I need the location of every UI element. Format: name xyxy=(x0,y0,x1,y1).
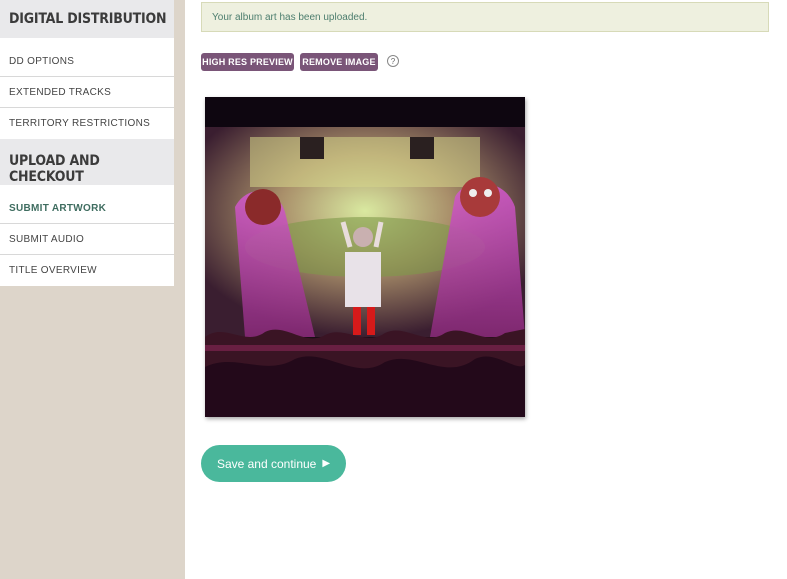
section-gap xyxy=(0,185,174,193)
sidebar-item-submit-artwork[interactable]: SUBMIT ARTWORK xyxy=(0,193,174,224)
section-heading-digital-distribution: DIGITAL DISTRIBUTION xyxy=(0,0,174,38)
sidebar-item-submit-audio[interactable]: SUBMIT AUDIO xyxy=(0,224,174,255)
upload-success-alert: Your album art has been uploaded. xyxy=(201,2,769,32)
sidebar-item-territory-restrictions[interactable]: TERRITORY RESTRICTIONS xyxy=(0,108,174,139)
section-heading-upload-and-checkout: UPLOAD AND CHECKOUT xyxy=(0,139,174,185)
save-and-continue-button[interactable]: Save and continue ▶ xyxy=(201,445,346,482)
play-arrow-icon: ▶ xyxy=(322,458,331,469)
sidebar: DIGITAL DISTRIBUTION DD OPTIONS EXTENDED… xyxy=(0,0,174,286)
remove-image-button[interactable]: REMOVE IMAGE xyxy=(300,53,378,71)
sidebar-item-dd-options[interactable]: DD OPTIONS xyxy=(0,46,174,77)
section-gap xyxy=(0,38,174,46)
alert-text: Your album art has been uploaded. xyxy=(212,11,368,23)
help-icon[interactable]: ? xyxy=(387,55,399,67)
sidebar-item-title-overview[interactable]: TITLE OVERVIEW xyxy=(0,255,174,286)
album-art-image xyxy=(205,97,525,417)
sidebar-item-extended-tracks[interactable]: EXTENDED TRACKS xyxy=(0,77,174,108)
album-art-illustration xyxy=(205,97,525,417)
save-button-label: Save and continue xyxy=(216,456,317,471)
high-res-preview-button[interactable]: HIGH RES PREVIEW xyxy=(201,53,294,71)
